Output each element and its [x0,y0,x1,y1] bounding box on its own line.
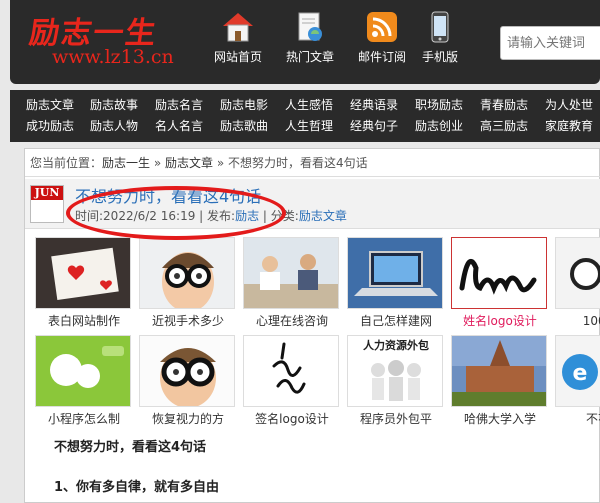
thumbnail-item[interactable]: e 不花钱 [555,335,600,427]
mini-program-image [35,335,131,407]
browser-ie-image: e [555,335,600,407]
nav-home[interactable]: 网站首页 [202,10,274,65]
thumbnail-item[interactable]: 心理在线咨询 [243,237,341,329]
hr-outsourcing-image: 人力资源外包 [347,335,443,407]
thumbnail-caption: 1000所 [582,314,600,328]
thumbnail-caption: 哈佛大学入学 [463,412,536,426]
thumbnail-caption: 不花钱 [585,412,600,426]
menu-item[interactable]: 人生感悟 [285,96,333,113]
office-meeting-image [243,237,339,309]
menu-item[interactable]: 励志名言 [155,96,203,113]
post-category-link[interactable]: 励志文章 [299,209,347,223]
thumbnail-item[interactable]: 自己怎样建网 [347,237,445,329]
thumbnail-caption: 程序员外包平 [359,412,432,426]
glasses-boy-image [139,237,235,309]
nav-home-label: 网站首页 [213,50,262,64]
menu-item[interactable]: 励志创业 [415,117,463,134]
university-building-image [451,335,547,407]
related-thumbnails: 表白网站制作 近视手术多少 心理在线咨询 自己怎样建网 姓名logo设计 10 … [35,237,600,437]
thumbnail-caption: 签名logo设计 [255,412,329,426]
menu-item[interactable]: 高三励志 [480,117,528,134]
thumbnail-item[interactable]: 1000所 [555,237,600,329]
rss-icon [365,10,399,44]
document-icon [293,10,327,44]
menu-item[interactable]: 经典语录 [350,96,398,113]
thumbnail-item[interactable]: 表白网站制作 [35,237,133,329]
menu-item[interactable]: 经典句子 [350,117,398,134]
menu-item[interactable]: 人生哲理 [285,117,333,134]
thumbnail-item[interactable]: 姓名logo设计 [451,237,549,329]
nav-hot-articles-label: 热门文章 [285,50,334,64]
love-lettering-image [451,237,547,309]
nav-mobile-label: 手机版 [421,50,458,64]
thumbnail-caption: 心理在线咨询 [255,314,328,328]
thumbnail-caption: 姓名logo设计 [463,314,537,328]
thumbnail-caption: 表白网站制作 [47,314,120,328]
menu-item[interactable]: 励志故事 [90,96,138,113]
menu-item[interactable]: 青春励志 [480,96,528,113]
thumbnail-item[interactable]: 恢复视力的方 [139,335,237,427]
thumbnail-item[interactable]: 人力资源外包 程序员外包平 [347,335,445,427]
menu-item[interactable]: 励志文章 [26,96,74,113]
thumbnail-item[interactable]: 哈佛大学入学 [451,335,549,427]
breadcrumb-separator: » [213,156,229,170]
breadcrumb: 您当前位置：励志一生 » 励志文章 » 不想努力时，看看这4句话 [25,149,600,177]
laptop-website-image [347,237,443,309]
phone-icon [423,10,457,44]
nav-mobile[interactable]: 手机版 [404,10,476,65]
breadcrumb-home[interactable]: 励志一生 [102,156,150,170]
menu-item[interactable]: 职场励志 [415,96,463,113]
menu-item[interactable]: 名人名言 [155,117,203,134]
breadcrumb-category[interactable]: 励志文章 [165,156,213,170]
glasses-kid-image [139,335,235,407]
i-love-you-lettering-image [243,335,339,407]
menu-item[interactable]: 为人处世 [545,96,593,113]
thumbnail-item[interactable]: 小程序怎么制 [35,335,133,427]
hr-image-text: 人力资源外包 [363,338,429,352]
svg-text:e: e [573,361,588,386]
site-logo-url[interactable]: www.lz13.cn [52,46,174,68]
breadcrumb-prefix: 您当前位置： [30,156,103,170]
search-box[interactable] [500,26,600,60]
highlight-circle-annotation [66,186,286,240]
home-icon [221,10,255,44]
thumbnail-item[interactable]: 签名logo设计 [243,335,341,427]
thumbnail-item[interactable]: 近视手术多少 [139,237,237,329]
article-heading: 不想努力时，看看这4句话 [54,440,207,455]
search-input[interactable] [501,27,600,59]
date-badge-month: JUN [31,186,63,200]
breadcrumb-separator: » [150,156,166,170]
thumbnail-caption: 自己怎样建网 [359,314,432,328]
thumbnail-caption: 小程序怎么制 [47,412,120,426]
menu-item[interactable]: 家庭教育 [545,117,593,134]
article-point-1: 1、你有多自律，就有多自由 [54,480,220,495]
menu-item[interactable]: 励志电影 [220,96,268,113]
thumbnail-caption: 近视手术多少 [151,314,224,328]
nav-hot-articles[interactable]: 热门文章 [274,10,346,65]
date-badge: JUN [30,185,64,223]
breadcrumb-current: 不想努力时，看看这4句话 [228,156,368,170]
menu-item[interactable]: 励志歌曲 [220,117,268,134]
category-menu: 励志文章 励志故事 励志名言 励志电影 人生感悟 经典语录 职场励志 青春励志 … [10,90,600,142]
site-header: 励志一生 www.lz13.cn 网站首页 热门文章 邮件订阅 手机版 请输入关… [10,0,600,84]
love-card-image [35,237,131,309]
glasses-partial-image [555,237,600,309]
thumbnail-caption: 恢复视力的方 [151,412,224,426]
menu-item[interactable]: 励志人物 [90,117,138,134]
menu-item[interactable]: 成功励志 [26,117,74,134]
